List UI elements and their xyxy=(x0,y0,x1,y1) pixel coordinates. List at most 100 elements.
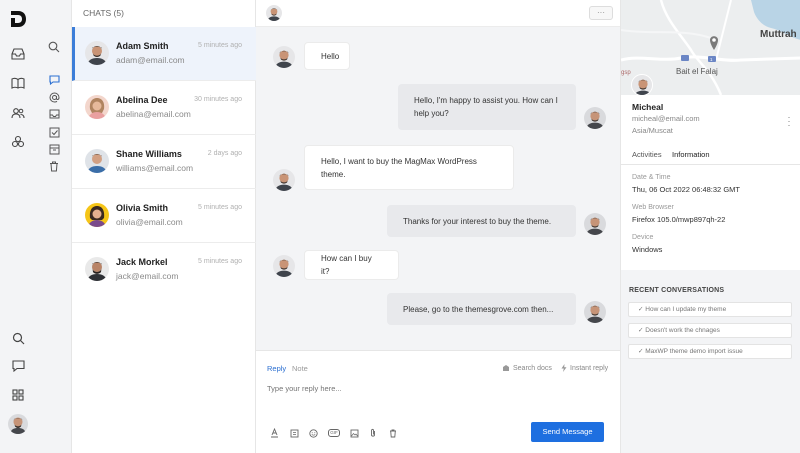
avatar xyxy=(584,107,606,129)
chat-email: abelina@email.com xyxy=(116,109,191,119)
checkbox-filter-icon[interactable] xyxy=(46,124,62,140)
chat-bubble-icon[interactable] xyxy=(9,357,27,375)
gif-icon[interactable]: GIF xyxy=(327,428,341,438)
chat-list-item[interactable]: Adam Smith adam@email.com 5 minutes ago xyxy=(72,27,256,81)
template-icon[interactable] xyxy=(289,428,299,438)
recent-conversation-label: How can I update my theme xyxy=(645,306,727,313)
search-icon[interactable] xyxy=(9,329,27,347)
book-icon[interactable] xyxy=(9,74,27,92)
chat-list-item[interactable]: Olivia Smith olivia@email.com 5 minutes … xyxy=(72,189,256,243)
mention-icon[interactable] xyxy=(46,89,62,105)
chat-time: 5 minutes ago xyxy=(198,204,242,211)
avatar xyxy=(584,301,606,323)
contact-name: Micheal xyxy=(632,102,664,112)
main-nav-rail xyxy=(0,0,36,453)
search-icon[interactable] xyxy=(46,39,62,55)
chat-email: adam@email.com xyxy=(116,55,185,65)
message-text: Hello xyxy=(321,51,340,61)
recent-conversation-item[interactable]: ✓ MaxWP theme demo import issue xyxy=(628,344,792,359)
filter-rail xyxy=(36,0,72,453)
recent-conversation-item[interactable]: ✓ Doesn't work the chnages xyxy=(628,323,792,338)
avatar[interactable] xyxy=(266,5,282,21)
chat-name: Adam Smith xyxy=(116,41,169,51)
recent-conversations-title: RECENT CONVERSATIONS xyxy=(629,287,725,294)
image-icon[interactable] xyxy=(349,428,359,438)
avatar xyxy=(631,74,653,96)
tabs-divider xyxy=(621,164,800,165)
lightning-icon xyxy=(561,364,567,372)
archive-icon[interactable] xyxy=(46,141,62,157)
chat-email: olivia@email.com xyxy=(116,217,183,227)
avatar xyxy=(85,41,109,65)
recent-conversations: RECENT CONVERSATIONS ✓ How can I update … xyxy=(621,270,800,453)
message-bubble: Thanks for your interest to buy the them… xyxy=(387,205,576,237)
chat-list-title: CHATS (5) xyxy=(83,8,124,18)
message-text: Hello, I want to buy the MagMax WordPres… xyxy=(321,156,477,179)
conversation-header: ··· xyxy=(256,0,620,27)
map-city-label: Muttrah xyxy=(760,29,797,40)
chat-time: 2 days ago xyxy=(207,150,242,157)
chat-app: CHATS (5) Adam Smith adam@email.com 5 mi… xyxy=(0,0,800,453)
message-text: Thanks for your interest to buy the them… xyxy=(403,216,552,226)
avatar xyxy=(273,255,295,277)
avatar xyxy=(273,46,295,68)
attachment-icon[interactable] xyxy=(368,428,378,438)
tab-activities[interactable]: Activities xyxy=(632,150,662,159)
integrations-icon[interactable] xyxy=(9,133,27,151)
info-label: Web Browser xyxy=(632,204,674,211)
reply-composer: Reply Note Search docs Instant reply GIF xyxy=(256,350,620,453)
chat-email: jack@email.com xyxy=(116,271,179,281)
docs-icon xyxy=(503,365,509,371)
message-text: Hello, I'm happy to assist you. How can … xyxy=(414,96,558,118)
app-logo[interactable] xyxy=(8,9,28,29)
recent-conversation-label: Doesn't work the chnages xyxy=(645,327,720,334)
avatar xyxy=(85,149,109,173)
info-value: Thu, 06 Oct 2022 06:48:32 GMT xyxy=(632,185,740,194)
delete-icon[interactable] xyxy=(388,428,398,438)
users-icon[interactable] xyxy=(9,104,27,122)
trash-icon[interactable] xyxy=(46,158,62,174)
map-area-label: Bait el Falaj xyxy=(676,67,718,76)
avatar xyxy=(584,213,606,235)
inbox-filter-icon[interactable] xyxy=(46,106,62,122)
chat-time: 5 minutes ago xyxy=(198,42,242,49)
chat-time: 30 minutes ago xyxy=(194,96,242,103)
inbox-icon[interactable] xyxy=(9,45,27,63)
recent-conversation-item[interactable]: ✓ How can I update my theme xyxy=(628,302,792,317)
chat-filter-icon[interactable] xyxy=(46,72,62,88)
message-bubble: How can I buy it? xyxy=(304,250,399,280)
chat-list-item[interactable]: Shane Williams williams@email.com 2 days… xyxy=(72,135,256,189)
gif-label: GIF xyxy=(327,429,341,437)
kebab-menu-icon[interactable]: · · · xyxy=(786,113,792,130)
apps-grid-icon[interactable] xyxy=(9,386,27,404)
message-bubble: Please, go to the themesgrove.com then..… xyxy=(387,293,576,325)
instant-reply-label: Instant reply xyxy=(570,364,609,372)
chat-list-item[interactable]: Abelina Dee abelina@email.com 30 minutes… xyxy=(72,81,256,135)
send-message-button[interactable]: Send Message xyxy=(531,422,604,442)
message-text: How can I buy it? xyxy=(321,254,372,276)
recent-conversation-label: MaxWP theme demo import issue xyxy=(645,348,743,355)
chat-list-panel: CHATS (5) Adam Smith adam@email.com 5 mi… xyxy=(72,0,256,453)
tab-reply[interactable]: Reply xyxy=(267,364,286,373)
more-options-button[interactable]: ··· xyxy=(589,6,613,20)
chat-time: 5 minutes ago xyxy=(198,258,242,265)
tab-information[interactable]: Information xyxy=(672,150,710,165)
instant-reply-link[interactable]: Instant reply xyxy=(561,364,608,372)
chat-name: Olivia Smith xyxy=(116,203,169,213)
chat-name: Abelina Dee xyxy=(116,95,168,105)
chat-list-item[interactable]: Jack Morkel jack@email.com 5 minutes ago xyxy=(72,243,256,297)
info-label: Date & Time xyxy=(632,174,671,181)
current-user-avatar[interactable] xyxy=(8,414,28,434)
emoji-icon[interactable] xyxy=(308,428,318,438)
text-format-icon[interactable] xyxy=(269,428,279,438)
reply-input[interactable] xyxy=(267,384,567,393)
search-docs-label: Search docs xyxy=(513,364,552,372)
search-docs-link[interactable]: Search docs xyxy=(502,364,552,372)
message-text: Please, go to the themesgrove.com then..… xyxy=(403,304,554,314)
message-bubble: Hello, I'm happy to assist you. How can … xyxy=(398,84,576,130)
contact-timezone: Asia/Muscat xyxy=(632,126,673,135)
tab-note[interactable]: Note xyxy=(292,364,308,373)
map-left-label: gsp xyxy=(621,70,631,76)
message-bubble: Hello xyxy=(304,42,350,70)
chat-name: Shane Williams xyxy=(116,149,182,159)
